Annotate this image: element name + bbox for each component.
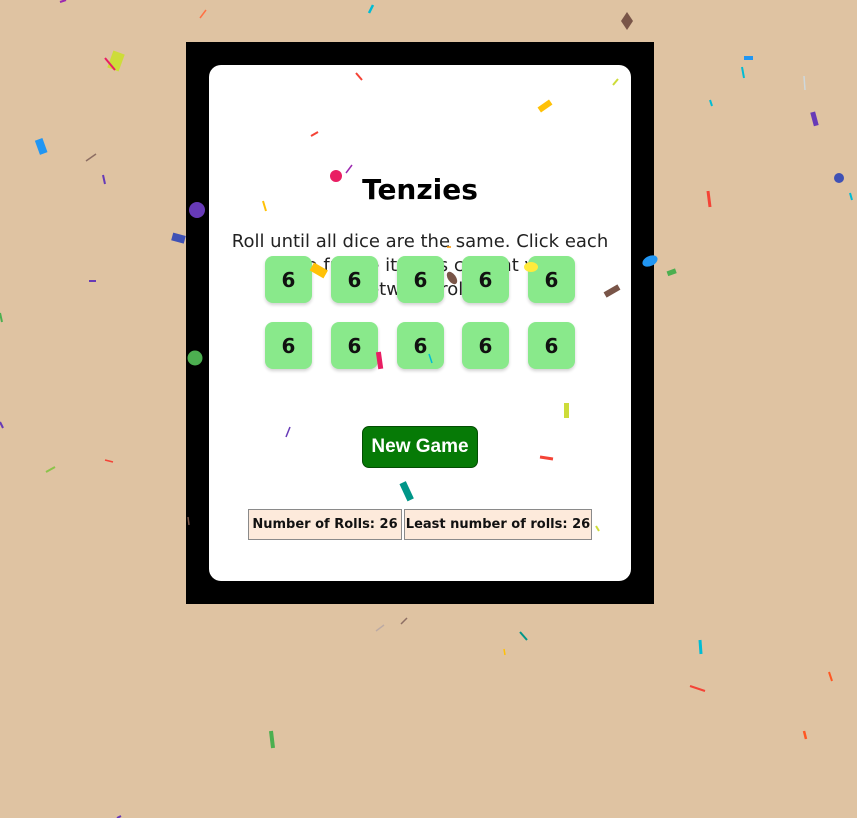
- die-7[interactable]: 6: [331, 322, 378, 369]
- new-game-button[interactable]: New Game: [362, 426, 478, 468]
- rolls-counter: Number of Rolls: 26: [248, 509, 402, 540]
- die-2[interactable]: 6: [331, 256, 378, 303]
- die-6[interactable]: 6: [265, 322, 312, 369]
- die-10[interactable]: 6: [528, 322, 575, 369]
- game-card: Tenzies Roll until all dice are the same…: [209, 65, 631, 581]
- die-3[interactable]: 6: [397, 256, 444, 303]
- die-1[interactable]: 6: [265, 256, 312, 303]
- least-rolls-counter: Least number of rolls: 26: [404, 509, 592, 540]
- die-8[interactable]: 6: [397, 322, 444, 369]
- die-5[interactable]: 6: [528, 256, 575, 303]
- die-9[interactable]: 6: [462, 322, 509, 369]
- page-title: Tenzies: [362, 173, 478, 206]
- die-4[interactable]: 6: [462, 256, 509, 303]
